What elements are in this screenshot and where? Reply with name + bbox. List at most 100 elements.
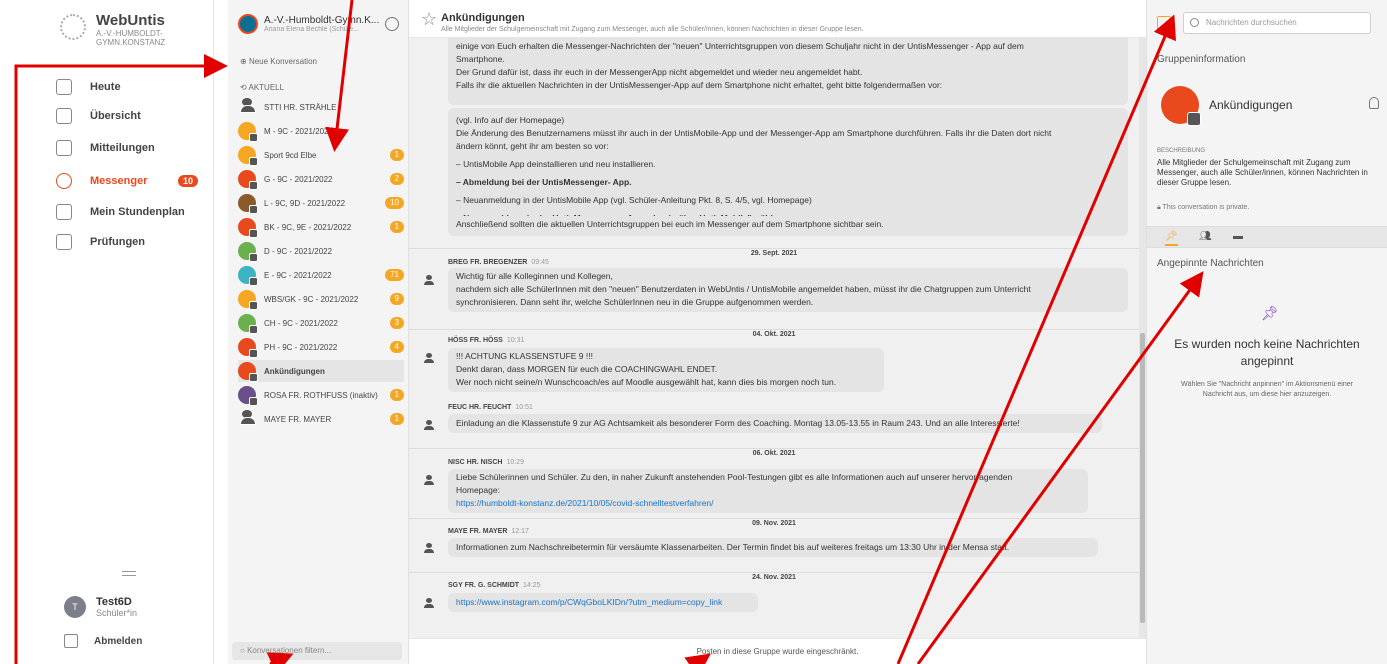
school-name: A.-V.-HUMBOLDT-GYMN.KONSTANZ [96, 29, 166, 47]
group-bulb-icon [238, 338, 258, 358]
date-label: 06. Okt. 2021 [740, 450, 808, 457]
section-aktuell: ⟲ AKTUELL [240, 83, 285, 92]
nav-label: Mein Stundenplan [90, 206, 185, 218]
person-avatar-icon [424, 353, 434, 363]
bell-icon[interactable] [1369, 97, 1379, 109]
message-link[interactable]: https://www.instagram.com/p/CWqGboLKIDn/… [456, 595, 750, 610]
conversation-item[interactable]: Ankündigungen [238, 360, 404, 382]
message-bubble: Liebe Schülerinnen und Schüler. Zu den, … [448, 469, 1088, 513]
pinned-heading: Angepinnte Nachrichten [1157, 258, 1264, 269]
chat-description: Alle Mitglieder der Schulgemeinschaft mi… [441, 26, 864, 33]
conversation-item[interactable]: BK - 9C, 9E - 2021/2022 1 [238, 216, 404, 238]
conversation-label: M - 9C - 2021/2022 [264, 126, 333, 136]
unread-badge: 3 [389, 317, 404, 329]
message-line: Der Grund dafür ist, dass ihr euch in de… [456, 67, 863, 77]
private-text: This conversation is private. [1162, 204, 1250, 211]
panel-heading: Gruppeninformation [1157, 54, 1246, 65]
conversation-label: D - 9C - 2021/2022 [264, 246, 333, 256]
conversation-item[interactable]: D - 9C - 2021/2022 [238, 240, 404, 262]
unread-badge: 1 [389, 389, 404, 401]
collapse-menu-icon[interactable] [122, 571, 136, 576]
message-bubble: !!! ACHTUNG KLASSENSTUFE 9 !!! Denkt dar… [448, 348, 884, 392]
scrollbar-thumb[interactable] [1140, 333, 1145, 623]
conversation-filter-input[interactable]: ○ Konversationen filtern... [232, 642, 402, 660]
search-icon [1190, 18, 1199, 27]
new-conversation-button[interactable]: ⊕ Neue Konversation [240, 57, 317, 66]
conversation-item[interactable]: G - 9C - 2021/2022 2 [238, 168, 404, 190]
person-avatar-icon [424, 598, 434, 608]
message-bubble: Wichtig für alle Kolleginnen und Kollege… [448, 268, 1128, 312]
tab-members-icon[interactable]: 👥︎ [1199, 231, 1212, 242]
nav-label: Heute [90, 81, 121, 93]
conversation-label: G - 9C - 2021/2022 [264, 174, 333, 184]
conversation-list: A.-V.-Humboldt-Gymn.K... Ariana Elena Be… [228, 0, 409, 664]
private-notice: 🔒︎ This conversation is private. [1157, 204, 1249, 212]
empty-pins-message: Es wurden noch keine Nachrichten angepin… [1174, 337, 1360, 368]
date-separator: 24. Nov. 2021 [409, 566, 1139, 581]
overview-icon [56, 108, 72, 124]
toggle-panel-icon[interactable] [1157, 16, 1171, 32]
nav-item-pruefungen[interactable]: Prüfungen [56, 231, 206, 253]
message-scrollbar[interactable] [1139, 38, 1146, 638]
conversation-label: CH - 9C - 2021/2022 [264, 318, 338, 328]
posting-restricted-notice: Posten in diese Gruppe wurde eingeschrän… [409, 638, 1146, 664]
message-search-input[interactable]: Nachrichten durchsuchen [1183, 12, 1371, 34]
group-bulb-icon [238, 314, 258, 334]
info-tabs: 📌︎ 👥︎ ▬ [1147, 226, 1387, 248]
message-sender: NISC HR. NISCH 10:29 [448, 459, 524, 466]
gear-icon[interactable] [385, 17, 399, 31]
nav-item-mitteilungen[interactable]: Mitteilungen [56, 137, 206, 159]
webuntis-logo[interactable]: WebUntis A.-V.-HUMBOLDT-GYMN.KONSTANZ [60, 12, 166, 47]
main-navigation: WebUntis A.-V.-HUMBOLDT-GYMN.KONSTANZ He… [40, 0, 214, 664]
message-line: nachdem sich alle SchülerInnen mit den "… [456, 284, 1031, 294]
message-line: ändern könnt, geht ihr am besten so vor: [456, 141, 609, 151]
person-avatar-icon [424, 275, 434, 285]
conversation-item[interactable]: PH - 9C - 2021/2022 4 [238, 336, 404, 358]
nav-item-messenger[interactable]: Messenger 10 [56, 170, 206, 192]
tab-files-icon[interactable]: ▬ [1233, 231, 1243, 242]
filter-placeholder: Konversationen filtern... [247, 646, 332, 655]
tab-pinned-pin-icon[interactable]: 📌︎ [1165, 231, 1178, 246]
conversation-item[interactable]: Sport 9cd Elbe 1 [238, 144, 404, 166]
conversation-item[interactable]: STTI HR. STRÄHLE [238, 96, 404, 118]
group-avatar [1161, 86, 1201, 126]
user-subtitle: Ariana Elena Bechle (Schüle... [264, 26, 359, 33]
chat-bubble-icon [56, 173, 72, 189]
conversation-item[interactable]: WBS/GK - 9C - 2021/2022 9 [238, 288, 404, 310]
conversation-label: WBS/GK - 9C - 2021/2022 [264, 294, 359, 304]
person-avatar-icon [424, 420, 434, 430]
unread-badge: 1 [389, 221, 404, 233]
conversation-item[interactable]: ROSA FR. ROTHFUSS (inaktiv) 1 [238, 384, 404, 406]
message-sender: SGY FR. G. SCHMIDT 14:25 [448, 582, 541, 589]
logout-button[interactable]: Abmelden [64, 634, 142, 648]
date-label: 24. Nov. 2021 [740, 574, 808, 581]
conversation-item[interactable]: M - 9C - 2021/2022 [238, 120, 404, 142]
conversation-item[interactable]: MAYE FR. MAYER 1 [238, 408, 404, 430]
message-line: – Abmeldung bei der UntisMessenger- App. [456, 177, 632, 187]
nav-item-uebersicht[interactable]: Übersicht [56, 105, 206, 127]
logout-label: Abmelden [94, 635, 143, 647]
conversation-item[interactable]: L - 9C, 9D - 2021/2022 10 [238, 192, 404, 214]
group-bulb-icon [238, 218, 258, 238]
conversation-label: BK - 9C, 9E - 2021/2022 [264, 222, 352, 232]
message-time: 10:29 [506, 459, 524, 466]
nav-item-heute[interactable]: Heute [56, 76, 206, 98]
unread-badge: 10 [385, 197, 404, 209]
app-name: WebUntis [96, 12, 165, 29]
sender-name: FEUC HR. FEUCHT [448, 404, 512, 411]
message-time: 10:51 [515, 404, 533, 411]
group-bulb-icon [238, 362, 258, 382]
group-description: Alle Mitglieder der Schulgemeinschaft mi… [1157, 158, 1368, 187]
mail-icon [56, 140, 72, 156]
nav-label: Messenger [90, 175, 148, 187]
user-profile[interactable]: T Test6D Schüler*in [64, 596, 137, 618]
conversation-item[interactable]: E - 9C - 2021/2022 71 [238, 264, 404, 286]
conversation-item[interactable]: CH - 9C - 2021/2022 3 [238, 312, 404, 334]
conversation-label: E - 9C - 2021/2022 [264, 270, 332, 280]
nav-item-stundenplan[interactable]: Mein Stundenplan [56, 201, 206, 223]
group-bulb-icon [238, 146, 258, 166]
message-list[interactable]: einige von Euch erhalten die Messenger-N… [409, 38, 1139, 638]
message-line: Homepage: [456, 485, 500, 495]
star-icon[interactable]: ☆ [421, 9, 437, 30]
message-link[interactable]: https://humboldt-konstanz.de/2021/10/05/… [456, 497, 1080, 510]
